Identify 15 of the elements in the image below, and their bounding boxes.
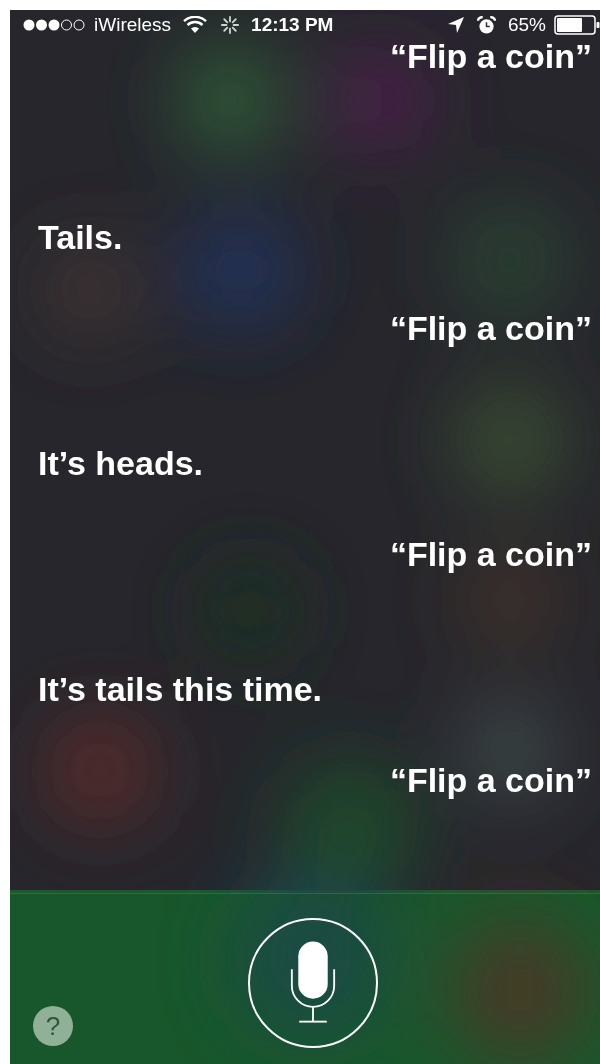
activity-spinner-icon xyxy=(221,16,240,34)
alarm-clock-icon xyxy=(476,15,496,35)
battery-icon xyxy=(554,15,600,35)
microphone-icon xyxy=(290,941,336,1025)
assistant-reply: It’s tails this time. xyxy=(38,673,323,705)
signal-strength-icon xyxy=(22,18,86,32)
help-button[interactable]: ? xyxy=(33,1006,73,1046)
location-arrow-icon xyxy=(446,16,465,34)
battery-percentage: 65% xyxy=(507,14,546,36)
assistant-reply: Tails. xyxy=(38,221,123,253)
wifi-icon xyxy=(183,16,208,34)
carrier-name: iWireless xyxy=(94,14,172,36)
assistant-reply: It’s heads. xyxy=(38,447,204,479)
status-time: 12:13 PM xyxy=(251,14,334,36)
microphone-button[interactable] xyxy=(248,918,378,1048)
